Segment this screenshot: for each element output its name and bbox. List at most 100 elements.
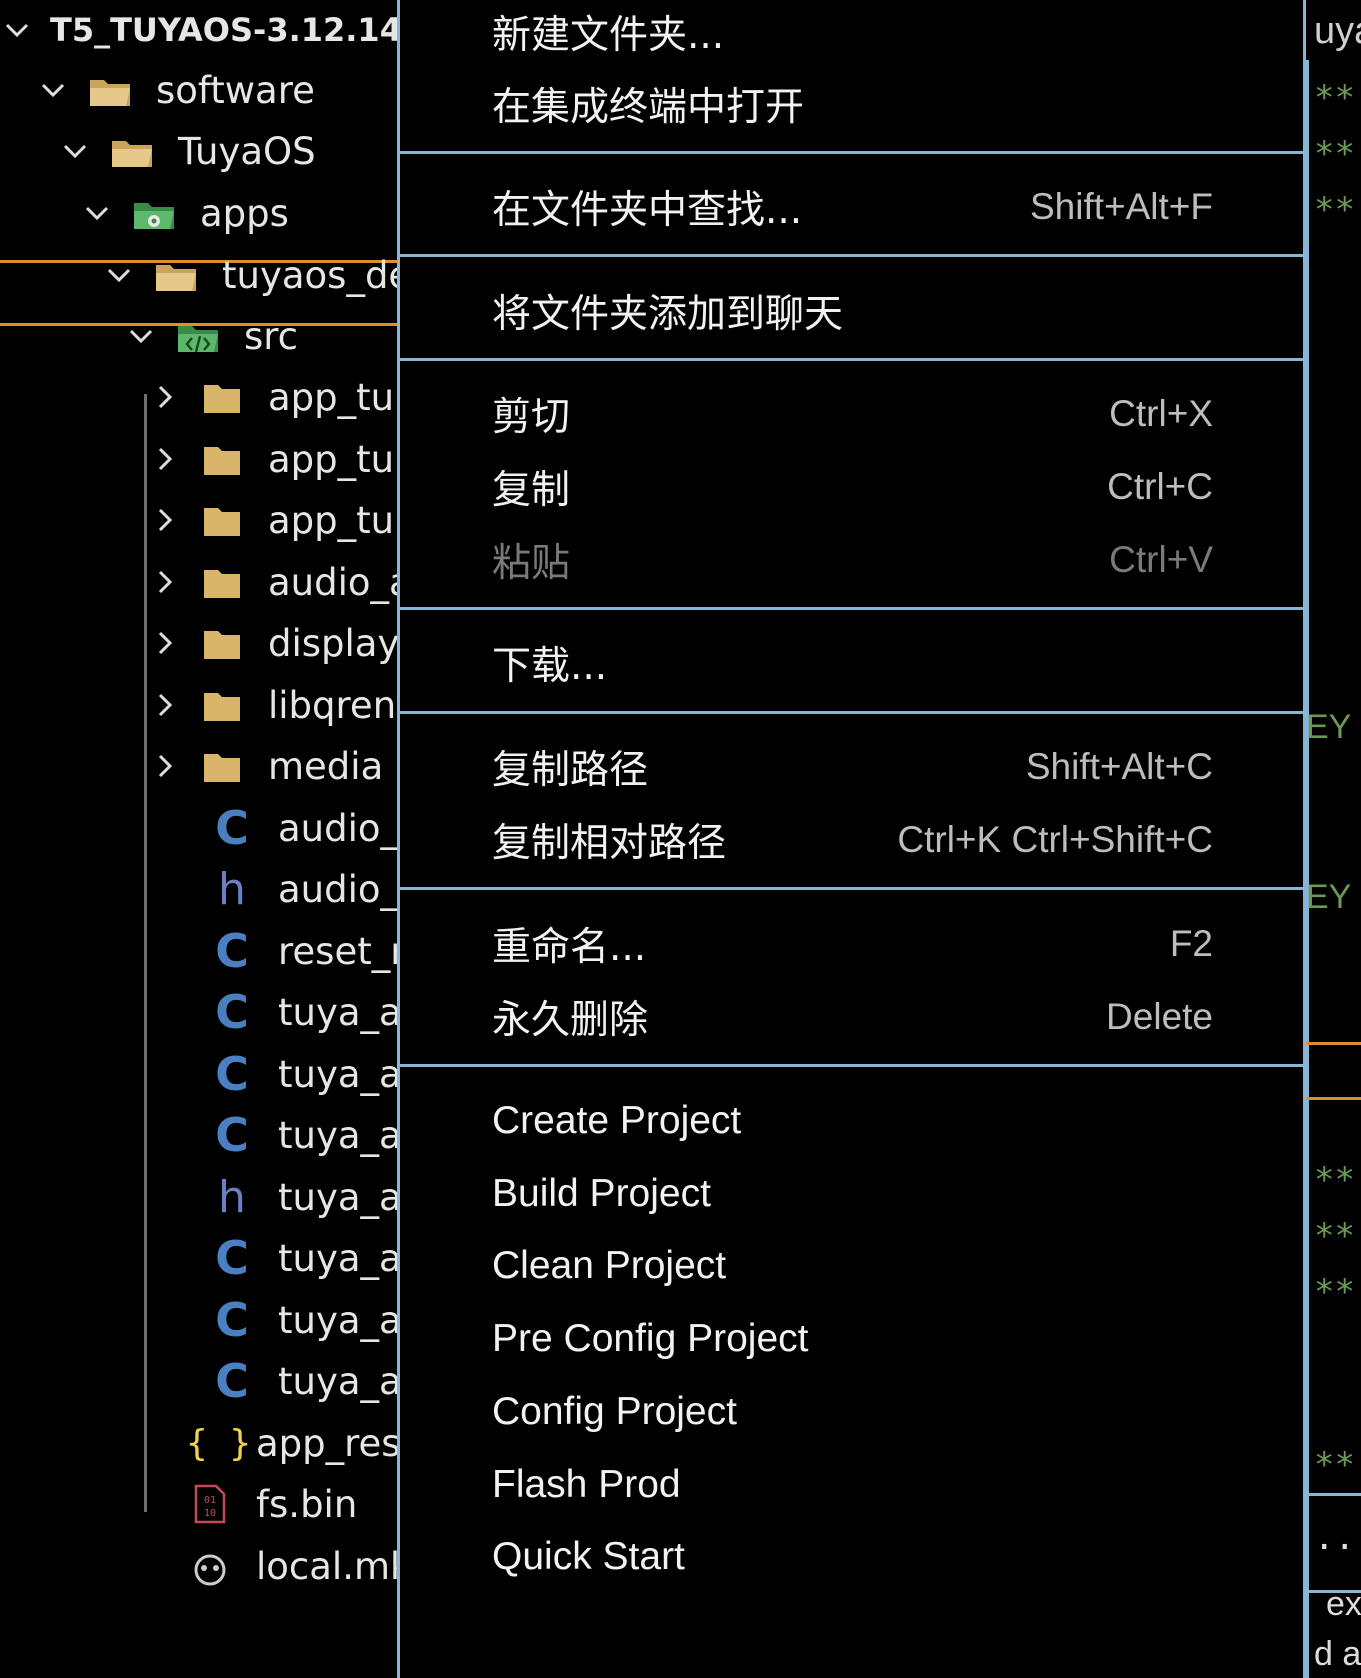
chevron-right-icon[interactable] [152,630,178,656]
tree-item-file[interactable]: 01 10 fs.bin [186,1474,357,1534]
code-fragment: EY [1306,708,1352,746]
tree-item-file[interactable]: h tuya_ai [208,1167,397,1227]
menu-separator [400,254,1303,257]
editor-divider [1306,1493,1361,1496]
tree-item-file[interactable]: C tuya_ai [208,982,397,1042]
tree-item-file[interactable]: { } app_reso [186,1413,397,1473]
tree-item-label: media [268,744,384,788]
workspace-root[interactable]: T5_TUYAOS-3.12.14 [S [4,0,397,60]
tree-item-folder[interactable]: audio_a [152,552,397,612]
shortcut: Ctrl+C [1107,466,1213,507]
tree-item-folder[interactable]: libqren [152,675,396,735]
menu-item-pre-config-project[interactable]: Pre Config Project [400,1303,1303,1375]
tree-item-label: app_reso [256,1421,397,1465]
chevron-down-icon[interactable] [128,323,154,349]
tree-item-file[interactable]: C audio_i [208,798,397,858]
tree-item-apps[interactable]: apps [84,183,289,243]
tree-item-src[interactable]: src [128,306,298,366]
chevron-right-icon[interactable] [152,507,178,533]
shortcut: Shift+Alt+C [1025,746,1213,787]
chevron-right-icon[interactable] [152,692,178,718]
folder-icon [198,685,246,725]
tree-item-file[interactable]: C tuya_ai [208,1105,397,1165]
header-file-icon: h [218,1171,246,1223]
tree-item-file[interactable]: C tuya_ap [208,1351,397,1411]
comment-fragment: ** [1314,1216,1355,1256]
menu-item-download[interactable]: 下载... [400,627,1303,699]
comment-fragment: ** [1314,1272,1355,1312]
menu-item-flash-prod[interactable]: Flash Prod [400,1449,1303,1521]
menu-item-build-project[interactable]: Build Project [400,1158,1303,1230]
c-file-icon: C [215,1047,249,1101]
file-explorer: T5_TUYAOS-3.12.14 [S software TuyaOS app… [0,0,397,1678]
tree-item-file[interactable]: C tuya_ai [208,1044,397,1104]
menu-item-new-folder[interactable]: 新建文件夹... [400,0,1303,68]
menu-separator [400,711,1303,714]
chevron-right-icon[interactable] [152,446,178,472]
svg-text:10: 10 [204,1508,216,1519]
shortcut: Ctrl+K Ctrl+Shift+C [897,819,1213,860]
folder-icon [198,746,246,786]
shortcut: F2 [1169,923,1213,964]
menu-item-delete-permanently[interactable]: 永久删除 Delete [400,981,1303,1053]
c-file-icon: C [215,801,249,855]
tree-item-label: audio_i [278,867,397,911]
chevron-right-icon[interactable] [152,384,178,410]
menu-item-create-project[interactable]: Create Project [400,1085,1303,1157]
menu-item-open-in-terminal[interactable]: 在集成终端中打开 [400,68,1303,140]
tree-item-software[interactable]: software [40,60,315,120]
tree-item-folder[interactable]: app_tu [152,429,394,489]
tree-item-label: app_tu [268,375,395,419]
menu-item-find-in-folder[interactable]: 在文件夹中查找... Shift+Alt+F [400,171,1303,243]
tree-item-label: tuyaos_de [222,253,397,297]
folder-icon [198,377,246,417]
chevron-down-icon[interactable] [84,200,110,226]
menu-separator [400,358,1303,361]
menu-item-clean-project[interactable]: Clean Project [400,1230,1303,1302]
chevron-right-icon[interactable] [152,753,178,779]
tree-item-label: src [244,314,299,358]
tree-item-folder[interactable]: display [152,613,397,673]
tree-item-tuyaos[interactable]: TuyaOS [62,121,316,181]
tree-item-tuyaos-demo[interactable]: tuyaos_de [106,245,397,305]
menu-separator [400,607,1303,610]
chevron-down-icon[interactable] [40,77,66,103]
tree-item-folder[interactable]: app_tu [152,367,394,427]
shortcut: Ctrl+V [1109,539,1213,580]
tree-item-label: reset_n [278,929,397,973]
svg-text:01: 01 [204,1495,216,1506]
menu-item-copy-relative-path[interactable]: 复制相对路径 Ctrl+K Ctrl+Shift+C [400,804,1303,876]
comment-fragment: ** [1314,190,1355,230]
tree-item-label: libqren [268,683,397,727]
tree-item-file[interactable]: C tuya_ai [208,1290,397,1350]
editor-pane[interactable]: uya ** ** ** EY EY ** ** ** ** .. ex d a [1306,0,1361,1678]
menu-item-copy-path[interactable]: 复制路径 Shift+Alt+C [400,731,1303,803]
tree-item-file[interactable]: h audio_i [208,859,397,919]
editor-divider [1306,1590,1361,1593]
menu-item-quick-start[interactable]: Quick Start [400,1521,1303,1593]
code-fragment: EY [1306,878,1352,916]
menu-item-rename[interactable]: 重命名... F2 [400,908,1303,980]
makefile-icon [186,1546,234,1586]
tree-item-label: local.mk [256,1544,397,1588]
menu-item-copy[interactable]: 复制 Ctrl+C [400,451,1303,523]
menu-item-paste: 粘贴 Ctrl+V [492,539,1213,586]
binary-file-icon: 01 10 [186,1484,234,1524]
chevron-down-icon[interactable] [106,262,132,288]
tree-item-folder[interactable]: media [152,736,383,796]
tree-item-folder[interactable]: app_tu [152,490,394,550]
chevron-down-icon[interactable] [62,138,88,164]
chevron-down-icon[interactable] [4,17,30,43]
menu-item-add-folder-to-chat[interactable]: 将文件夹添加到聊天 [400,275,1303,347]
tree-item-label: TuyaOS [178,129,316,173]
tree-item-file[interactable]: C tuya_ai [208,1228,397,1288]
tree-item-file[interactable]: local.mk [186,1536,397,1596]
workspace-root-label: T5_TUYAOS-3.12.14 [S [50,11,397,49]
tree-item-file[interactable]: C reset_n [208,921,397,981]
menu-item-cut[interactable]: 剪切 Ctrl+X [400,378,1303,450]
chevron-right-icon[interactable] [152,569,178,595]
folder-icon [198,439,246,479]
tree-item-label: apps [200,191,289,235]
menu-item-config-project[interactable]: Config Project [400,1376,1303,1448]
indent-guide [144,394,147,1512]
